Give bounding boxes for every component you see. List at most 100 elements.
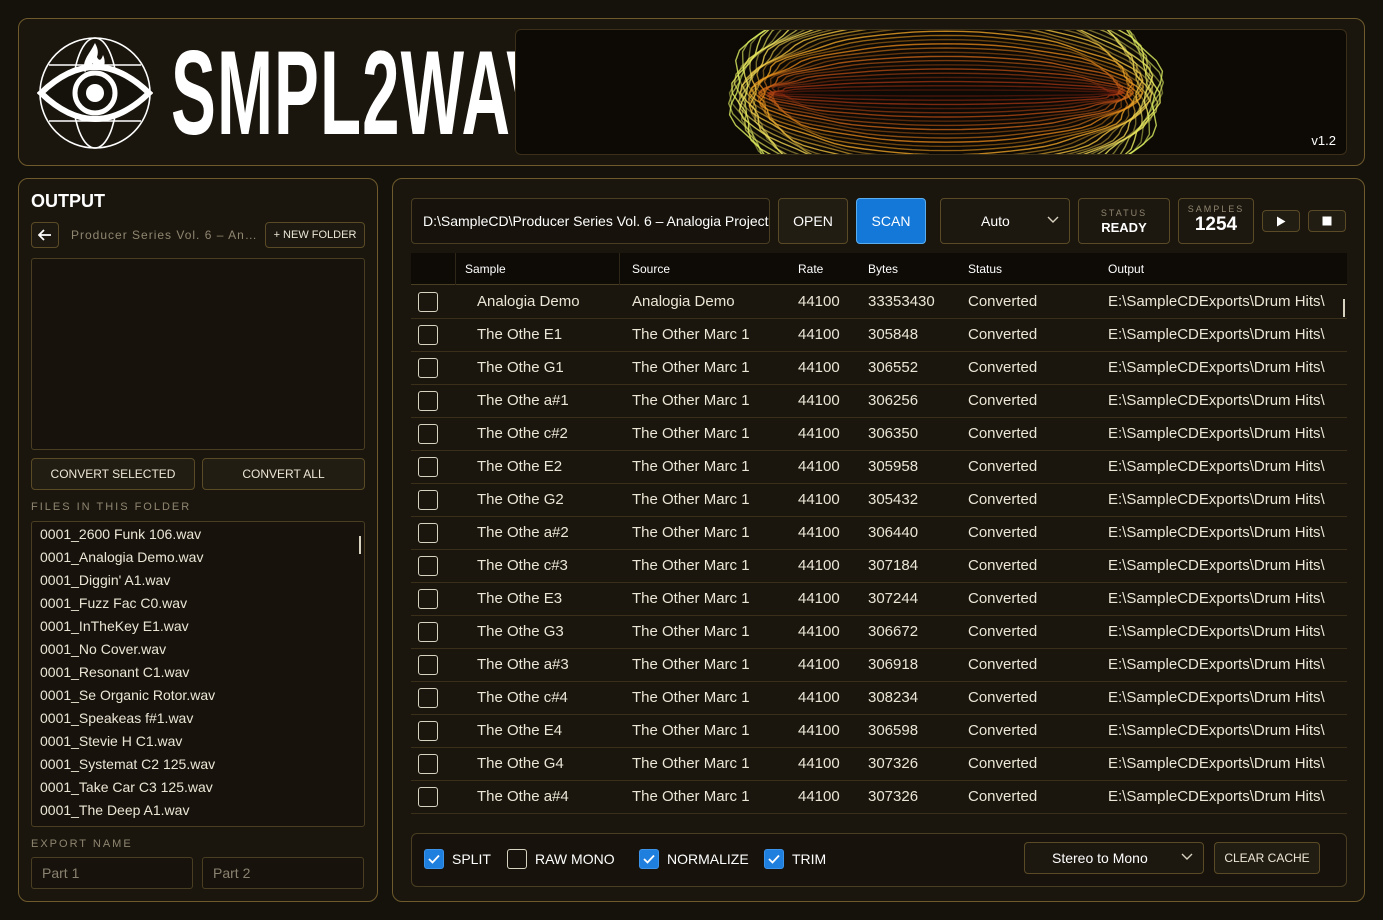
cell-output: E:\SampleCDExports\Drum Hits\ (1108, 656, 1325, 673)
row-checkbox[interactable] (418, 787, 438, 807)
back-button[interactable] (31, 222, 59, 248)
cell-source: The Other Marc 1 (632, 755, 750, 772)
column-header-sample[interactable]: Sample (465, 262, 506, 276)
version-label: v1.2 (1311, 133, 1336, 148)
cell-source: The Other Marc 1 (632, 425, 750, 442)
table-row[interactable]: The Othe G2 The Other Marc 1 44100 305432 Co… (411, 484, 1347, 517)
file-list-item[interactable]: 0001_Take Car C3 125.wav (40, 779, 213, 795)
split-option[interactable]: SPLIT (424, 849, 491, 869)
file-list-item[interactable]: 0001_No Cover.wav (40, 641, 166, 657)
row-checkbox[interactable] (418, 358, 438, 378)
channel-mode-select[interactable]: Stereo to Mono (1024, 842, 1204, 874)
trim-checkbox[interactable] (764, 849, 784, 869)
cell-status: Converted (968, 557, 1038, 574)
open-button[interactable]: OPEN (778, 198, 848, 244)
file-list-item[interactable]: 0001_Stevie H C1.wav (40, 733, 182, 749)
convert-selected-button[interactable]: CONVERT SELECTED (31, 458, 195, 490)
row-checkbox[interactable] (418, 292, 438, 312)
table-row[interactable]: The Othe c#2 The Other Marc 1 44100 306350 C… (411, 418, 1347, 451)
table-row[interactable]: The Othe a#3 The Other Marc 1 44100 306918 C… (411, 649, 1347, 682)
cell-source: The Other Marc 1 (632, 524, 750, 541)
cell-rate: 44100 (798, 524, 840, 541)
trim-option[interactable]: TRIM (764, 849, 826, 869)
table-scrollbar[interactable] (1343, 299, 1345, 317)
cell-bytes: 306552 (868, 359, 919, 376)
normalize-option[interactable]: NORMALIZE (639, 849, 749, 869)
table-row[interactable]: The Othe E1 The Other Marc 1 44100 305848 Co… (411, 319, 1347, 352)
cell-rate: 44100 (798, 689, 840, 706)
file-list-item[interactable]: 0001_Systemat C2 125.wav (40, 756, 215, 772)
table-row[interactable]: The Othe a#1 The Other Marc 1 44100 306256 C… (411, 385, 1347, 418)
cell-sample: The Othe E2 (477, 458, 563, 475)
row-checkbox[interactable] (418, 754, 438, 774)
cell-bytes: 307184 (868, 557, 919, 574)
column-header-bytes[interactable]: Bytes (868, 262, 898, 276)
table-row[interactable]: The Othe E4 The Other Marc 1 44100 306598 Co… (411, 715, 1347, 748)
row-checkbox[interactable] (418, 589, 438, 609)
cell-status: Converted (968, 590, 1038, 607)
cell-source: The Other Marc 1 (632, 689, 750, 706)
row-checkbox[interactable] (418, 556, 438, 576)
row-checkbox[interactable] (418, 490, 438, 510)
file-list-item[interactable]: 0001_2600 Funk 106.wav (40, 526, 201, 542)
file-list-item[interactable]: 0001_Analogia Demo.wav (40, 549, 203, 565)
table-row[interactable]: Analogia Demo Analogia Demo 44100 33353430 C… (411, 286, 1347, 319)
cell-bytes: 305958 (868, 458, 919, 475)
clear-cache-button[interactable]: CLEAR CACHE (1214, 842, 1320, 874)
convert-all-button[interactable]: CONVERT ALL (202, 458, 365, 490)
source-path-field[interactable]: D:\SampleCD\Producer Series Vol. 6 – Ana… (411, 198, 770, 244)
stop-button[interactable] (1308, 210, 1346, 232)
cell-output: E:\SampleCDExports\Drum Hits\ (1108, 458, 1325, 475)
table-row[interactable]: The Othe E2 The Other Marc 1 44100 305958 Co… (411, 451, 1347, 484)
file-list-item[interactable]: 0001_Speakeas f#1.wav (40, 710, 193, 726)
table-row[interactable]: The Othe c#3 The Other Marc 1 44100 307184 C… (411, 550, 1347, 583)
column-header-status[interactable]: Status (968, 262, 1002, 276)
cell-bytes: 33353430 (868, 293, 935, 310)
file-list-item[interactable]: 0001_Fuzz Fac C0.wav (40, 595, 187, 611)
cell-output: E:\SampleCDExports\Drum Hits\ (1108, 689, 1325, 706)
files-scrollbar[interactable] (359, 536, 361, 554)
file-list-item[interactable]: 0001_Se Organic Rotor.wav (40, 687, 215, 703)
files-list[interactable]: 0001_2600 Funk 106.wav 0001_Analogia Demo… (31, 521, 365, 827)
row-checkbox[interactable] (418, 424, 438, 444)
header-panel: SMPL2WAV v1.2 (18, 18, 1365, 166)
table-row[interactable]: The Othe E3 The Other Marc 1 44100 307244 Co… (411, 583, 1347, 616)
cell-bytes: 307326 (868, 755, 919, 772)
normalize-checkbox[interactable] (639, 849, 659, 869)
row-checkbox[interactable] (418, 688, 438, 708)
row-checkbox[interactable] (418, 622, 438, 642)
new-folder-button[interactable]: + NEW FOLDER (265, 222, 365, 248)
scan-button[interactable]: SCAN (856, 198, 926, 244)
file-list-item[interactable]: 0001_The Deep A1.wav (40, 802, 189, 818)
row-checkbox[interactable] (418, 721, 438, 741)
export-part1-input[interactable] (31, 857, 193, 889)
row-checkbox[interactable] (418, 325, 438, 345)
file-list-item[interactable]: 0001_Diggin' A1.wav (40, 572, 170, 588)
column-header-output[interactable]: Output (1108, 262, 1144, 276)
column-header-source[interactable]: Source (632, 262, 670, 276)
cell-source: The Other Marc 1 (632, 392, 750, 409)
split-checkbox[interactable] (424, 849, 444, 869)
row-checkbox[interactable] (418, 655, 438, 675)
play-button[interactable] (1262, 210, 1300, 232)
cell-sample: The Othe E3 (477, 590, 563, 607)
cell-source: The Other Marc 1 (632, 722, 750, 739)
row-checkbox[interactable] (418, 391, 438, 411)
raw-mono-checkbox[interactable] (507, 849, 527, 869)
column-header-rate[interactable]: Rate (798, 262, 823, 276)
table-row[interactable]: The Othe G4 The Other Marc 1 44100 307326 Co… (411, 748, 1347, 781)
file-list-item[interactable]: 0001_Resonant C1.wav (40, 664, 189, 680)
table-row[interactable]: The Othe a#4 The Other Marc 1 44100 307326 C… (411, 781, 1347, 814)
table-row[interactable]: The Othe G1 The Other Marc 1 44100 306552 Co… (411, 352, 1347, 385)
samples-caption: SAMPLES (1187, 204, 1245, 214)
chevron-down-icon (1047, 216, 1059, 223)
table-row[interactable]: The Othe c#4 The Other Marc 1 44100 308234 C… (411, 682, 1347, 715)
table-row[interactable]: The Othe a#2 The Other Marc 1 44100 306440 C… (411, 517, 1347, 550)
raw-mono-option[interactable]: RAW MONO (507, 849, 615, 869)
row-checkbox[interactable] (418, 457, 438, 477)
row-checkbox[interactable] (418, 523, 438, 543)
file-list-item[interactable]: 0001_InTheKey E1.wav (40, 618, 189, 634)
export-part2-input[interactable] (202, 857, 364, 889)
mode-select[interactable]: Auto (940, 198, 1070, 244)
table-row[interactable]: The Othe G3 The Other Marc 1 44100 306672 Co… (411, 616, 1347, 649)
